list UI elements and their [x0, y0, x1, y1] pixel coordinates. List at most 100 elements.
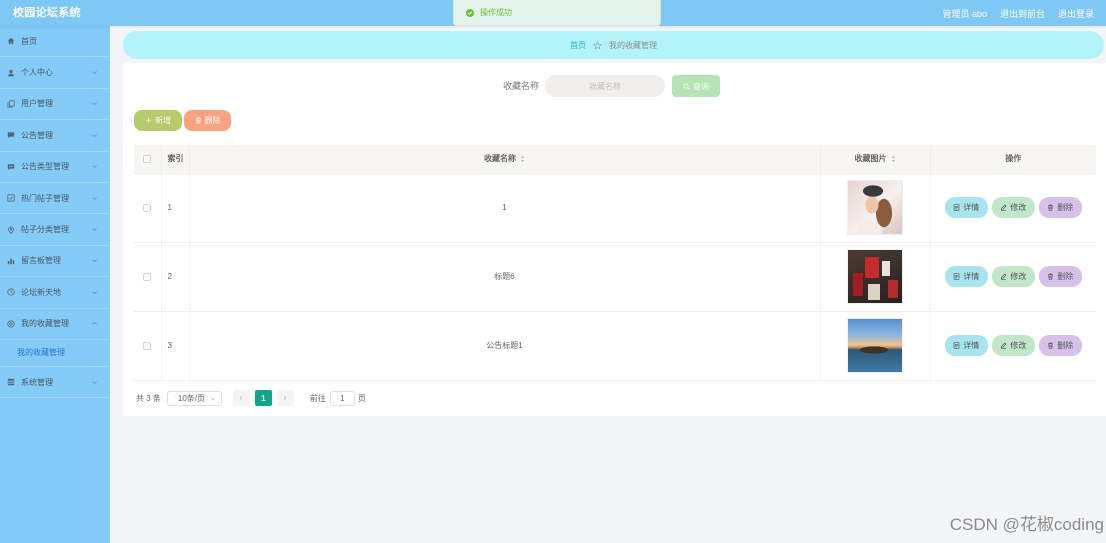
toast-message: 操作成功: [480, 8, 512, 17]
sidebar-item-users[interactable]: 用户管理: [0, 89, 110, 121]
star-icon: [593, 40, 602, 50]
column-header-image-cell[interactable]: 收藏图片: [820, 145, 931, 174]
detail-button[interactable]: 详情: [944, 197, 988, 218]
chevron-left-icon: [238, 395, 244, 401]
user-icon: [7, 69, 15, 77]
table-header-row: 索引 收藏名称 收藏图片 操作: [134, 145, 1096, 174]
favorite-thumbnail[interactable]: [847, 318, 903, 373]
row-delete-button-label: 删除: [1057, 203, 1074, 212]
app-title: 校园论坛系统: [13, 7, 81, 19]
detail-button[interactable]: 详情: [944, 266, 988, 287]
top-right-links: 管理员 abo 退出到前台 退出登录: [942, 0, 1094, 26]
row-checkbox[interactable]: [143, 272, 152, 281]
sidebar-item-message-board[interactable]: 留言板管理: [0, 246, 110, 278]
document-icon: [953, 342, 960, 349]
sidebar-item-announcement-types[interactable]: 公告类型管理: [0, 152, 110, 183]
breadcrumb-home-link[interactable]: 首页: [570, 40, 586, 51]
column-header-name-cell[interactable]: 收藏名称: [189, 145, 821, 174]
sidebar: 首页 个人中心 用户管理 公告管理 公告类型管理 热门帖子管理 帖子分类管理 留…: [0, 26, 110, 543]
select-all-checkbox[interactable]: [143, 155, 152, 164]
row-index: 3: [161, 311, 190, 381]
row-delete-button[interactable]: 删除: [1038, 266, 1082, 287]
sidebar-subitem-my-favorites[interactable]: 我的收藏管理: [0, 340, 110, 367]
watermark: CSDN @花椒coding: [949, 515, 1104, 534]
add-button[interactable]: 新增: [134, 110, 182, 131]
row-name: 1: [189, 173, 821, 243]
page-size-value: 10条/页: [177, 393, 206, 403]
thumbnail-cell: [820, 173, 931, 243]
sidebar-item-forum-world[interactable]: 论坛新天地: [0, 277, 110, 309]
sidebar-item-post-categories[interactable]: 帖子分类管理: [0, 214, 110, 246]
row-delete-button-label: 删除: [1057, 341, 1074, 350]
sort-icon[interactable]: [520, 155, 525, 163]
search-input[interactable]: [545, 75, 665, 97]
checkbox-header-cell: [134, 145, 162, 174]
row-delete-button[interactable]: 删除: [1038, 335, 1082, 356]
search-icon: [683, 83, 690, 90]
checkbox-cell: [134, 242, 162, 312]
checkbox-cell: [134, 173, 162, 243]
sidebar-item-label: 公告管理: [21, 130, 53, 140]
goto-page-input[interactable]: [329, 390, 355, 406]
sidebar-item-announcements[interactable]: 公告管理: [0, 120, 110, 152]
chat-icon: [7, 163, 15, 171]
chevron-down-icon: [91, 132, 98, 139]
column-header-image: 收藏图片: [854, 154, 887, 164]
location-icon: [7, 225, 15, 234]
favorite-thumbnail[interactable]: [847, 180, 903, 235]
detail-button[interactable]: 详情: [944, 335, 988, 356]
edit-icon: [1000, 273, 1007, 280]
thumbnail-cell: [820, 242, 931, 312]
edit-button-label: 修改: [1010, 272, 1027, 281]
sidebar-item-system[interactable]: 系统管理: [0, 367, 110, 399]
actions-cell: 详情 修改 删除: [930, 242, 1096, 312]
search-button[interactable]: 查询: [672, 75, 720, 97]
back-to-frontend-link[interactable]: 退出到前台: [1000, 7, 1045, 20]
next-page-button[interactable]: [276, 390, 294, 406]
table-row: 1 1 详情 修改 删除: [134, 173, 1096, 243]
sidebar-item-hot-posts[interactable]: 热门帖子管理: [0, 183, 110, 215]
favorite-thumbnail[interactable]: [847, 249, 903, 304]
edit-icon: [1000, 204, 1007, 211]
chevron-down-icon: [91, 195, 98, 202]
page-size-select[interactable]: 10条/页: [166, 390, 222, 406]
chevron-down-icon: [91, 100, 98, 107]
home-icon: [7, 37, 15, 45]
page-number-button[interactable]: 1: [254, 390, 272, 406]
column-header-index: 索引: [161, 145, 190, 174]
row-delete-button[interactable]: 删除: [1038, 197, 1082, 218]
chevron-down-icon: [210, 396, 216, 402]
chevron-down-icon: [91, 163, 98, 170]
detail-button-label: 详情: [963, 341, 980, 350]
batch-delete-button[interactable]: 删除: [184, 110, 231, 131]
edit-button[interactable]: 修改: [991, 197, 1035, 218]
chevron-down-icon: [91, 289, 98, 296]
prev-page-button[interactable]: [232, 390, 250, 406]
sidebar-item-home[interactable]: 首页: [0, 26, 110, 58]
sidebar-item-label: 个人中心: [21, 68, 53, 78]
row-index: 2: [161, 242, 190, 312]
search-button-label: 查询: [693, 81, 709, 91]
checkbox-icon: [7, 194, 15, 202]
sidebar-item-favorites[interactable]: 我的收藏管理: [0, 309, 110, 340]
sidebar-item-label: 我的收藏管理: [21, 319, 69, 329]
sidebar-item-profile[interactable]: 个人中心: [0, 57, 110, 89]
edit-button-label: 修改: [1010, 203, 1027, 212]
edit-button[interactable]: 修改: [991, 335, 1035, 356]
sort-icon[interactable]: [891, 155, 896, 163]
row-checkbox[interactable]: [143, 341, 152, 350]
row-delete-button-label: 删除: [1057, 272, 1074, 281]
row-checkbox[interactable]: [143, 203, 152, 212]
table-row: 2 标题6 详情 修改 删除: [134, 242, 1096, 312]
column-header-actions: 操作: [930, 145, 1096, 174]
breadcrumb-current: 我的收藏管理: [609, 40, 657, 50]
logout-link[interactable]: 退出登录: [1058, 7, 1094, 20]
detail-button-label: 详情: [963, 272, 980, 281]
sidebar-item-label: 热门帖子管理: [21, 193, 69, 203]
column-header-name: 收藏名称: [484, 154, 516, 164]
chevron-down-icon: [91, 257, 98, 264]
bar-chart-icon: [7, 257, 15, 265]
edit-button[interactable]: 修改: [991, 266, 1035, 287]
search-label: 收藏名称: [503, 81, 540, 91]
table-row: 3 公告标题1 详情 修改 删除: [134, 311, 1096, 381]
